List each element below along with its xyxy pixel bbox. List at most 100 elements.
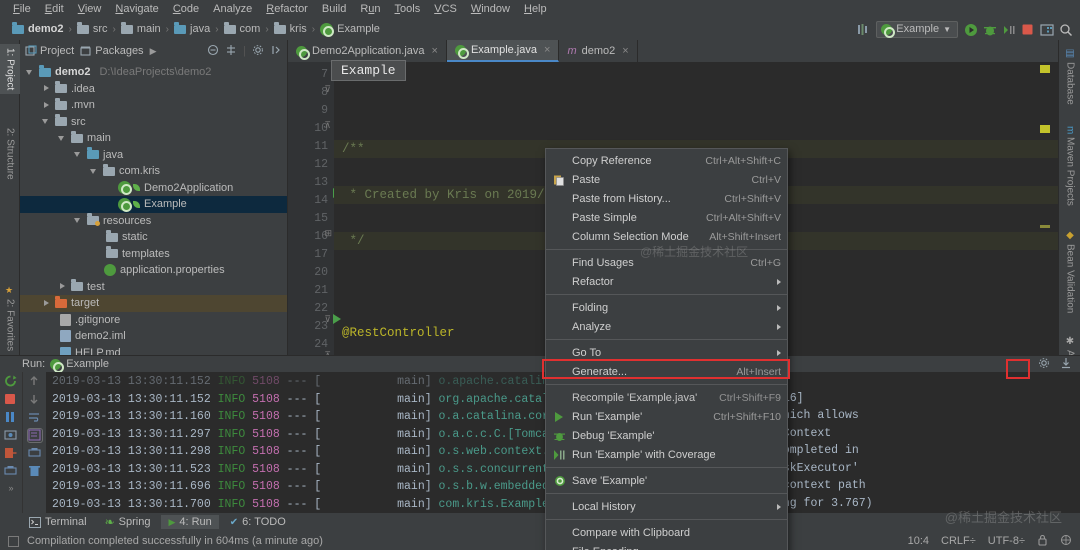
tree-node-main[interactable]: main	[20, 130, 287, 147]
tab-project[interactable]: Project	[25, 45, 74, 57]
menu-item-paste-from-history[interactable]: Paste from History... Ctrl+Shift+V	[546, 189, 787, 208]
tree-node-gitignore[interactable]: .gitignore	[20, 312, 287, 329]
soft-wrap-icon[interactable]	[28, 411, 42, 424]
tree-node-application-properties[interactable]: application.properties	[20, 262, 287, 279]
fold-icon[interactable]: ⊽	[324, 314, 331, 325]
menu-file[interactable]: File	[6, 2, 38, 16]
build-icon[interactable]	[857, 23, 870, 36]
close-icon[interactable]: ×	[432, 45, 438, 57]
menu-item-paste[interactable]: Paste Ctrl+V	[546, 170, 787, 189]
tab-example-java[interactable]: Example.java ×	[446, 40, 560, 62]
chevron-down-icon[interactable]	[90, 167, 99, 176]
menu-run[interactable]: Run	[353, 2, 387, 16]
menu-item-folding[interactable]: Folding	[546, 298, 787, 317]
chevron-right-icon[interactable]	[42, 84, 51, 93]
menu-item-paste-simple[interactable]: Paste Simple Ctrl+Alt+Shift+V	[546, 208, 787, 227]
breadcrumb-java[interactable]: java	[170, 21, 214, 36]
tree-node-demo2[interactable]: demo2 D:\IdeaProjects\demo2	[20, 64, 287, 81]
trash-icon[interactable]	[28, 465, 42, 478]
breadcrumb-example[interactable]: Example	[316, 22, 384, 37]
line-separator-indicator[interactable]: CRLF÷	[941, 535, 976, 547]
menu-item-recompile[interactable]: Recompile 'Example.java' Ctrl+Shift+F9	[546, 388, 787, 407]
up-icon[interactable]	[28, 375, 42, 388]
menu-window[interactable]: Window	[464, 2, 517, 16]
sidebar-item-database[interactable]: ▤ Database	[1059, 44, 1080, 109]
tool-button-spring[interactable]: ❧ Spring	[98, 514, 158, 530]
tree-node-test[interactable]: test	[20, 279, 287, 296]
menu-item-file-encoding[interactable]: File Encoding	[546, 542, 787, 550]
collapse-all-icon[interactable]	[207, 44, 219, 59]
tab-packages[interactable]: Packages	[80, 45, 144, 57]
fold-icon[interactable]: ⊽	[324, 84, 331, 95]
tree-node-target[interactable]: target	[20, 295, 287, 312]
tree-node-src[interactable]: src	[20, 114, 287, 131]
editor-gutter[interactable]: 7 8 9 10 11 12 13 14 15 16 17 20 21 22 2…	[288, 62, 341, 355]
tree-node-demo2-iml[interactable]: demo2.iml	[20, 328, 287, 345]
menu-item-generate[interactable]: Generate... Alt+Insert	[546, 362, 787, 381]
chevron-down-icon[interactable]	[58, 134, 67, 143]
tree-node-help-md[interactable]: HELP.md	[20, 345, 287, 355]
search-icon[interactable]	[1059, 23, 1072, 36]
project-tree[interactable]: demo2 D:\IdeaProjects\demo2 .idea .mvn s	[20, 62, 287, 355]
screenshot-icon[interactable]	[4, 429, 18, 442]
hide-panel-icon[interactable]	[270, 44, 282, 59]
chevron-down-icon[interactable]	[42, 117, 51, 126]
close-icon[interactable]: ×	[544, 44, 550, 56]
menu-item-run-with-coverage[interactable]: Run 'Example' with Coverage	[546, 445, 787, 464]
stop-icon[interactable]	[1021, 23, 1034, 36]
stop-icon[interactable]	[4, 393, 18, 406]
tree-node-demo2application[interactable]: Demo2Application	[20, 180, 287, 197]
menu-refactor[interactable]: Refactor	[259, 2, 315, 16]
caret-position[interactable]: 10:4	[908, 535, 929, 547]
export-icon[interactable]	[4, 447, 18, 460]
editor-context-menu[interactable]: Copy Reference Ctrl+Alt+Shift+C Paste Ct…	[545, 148, 788, 550]
menu-item-go-to[interactable]: Go To	[546, 343, 787, 362]
chevron-down-icon[interactable]	[26, 68, 35, 77]
chevron-down-icon[interactable]	[74, 150, 83, 159]
rerun-icon[interactable]	[4, 375, 18, 388]
tab-demo2application-java[interactable]: Demo2Application.java ×	[288, 40, 447, 62]
run-icon[interactable]	[964, 23, 977, 36]
menu-code[interactable]: Code	[166, 2, 206, 16]
menu-item-save-example[interactable]: Save 'Example'	[546, 471, 787, 490]
layout-icon[interactable]	[1040, 23, 1054, 36]
sidebar-item-bean-validation[interactable]: ◆ Bean Validation	[1059, 226, 1080, 317]
menu-item-refactor[interactable]: Refactor	[546, 272, 787, 291]
chevron-right-icon[interactable]	[58, 282, 67, 291]
tree-node-resources[interactable]: resources	[20, 213, 287, 230]
tree-node-templates[interactable]: templates	[20, 246, 287, 263]
settings-gear-icon[interactable]	[252, 44, 264, 59]
error-marker[interactable]	[1040, 65, 1050, 73]
menu-item-local-history[interactable]: Local History	[546, 497, 787, 516]
chevron-right-icon[interactable]	[42, 299, 51, 308]
inspection-icon[interactable]	[1060, 534, 1072, 549]
sidebar-item-maven-projects[interactable]: m Maven Projects	[1059, 122, 1080, 210]
tree-node-example[interactable]: Example	[20, 196, 287, 213]
print-icon[interactable]	[27, 447, 42, 460]
breadcrumb-demo2[interactable]: demo2	[8, 21, 67, 36]
tool-button-run[interactable]: ▶ 4: Run	[161, 515, 219, 529]
menu-analyze[interactable]: Analyze	[206, 2, 259, 16]
menu-item-debug-example[interactable]: Debug 'Example'	[546, 426, 787, 445]
chevron-right-icon[interactable]: ▶	[150, 46, 157, 57]
menu-build[interactable]: Build	[315, 2, 353, 16]
chevron-right-icon[interactable]	[42, 101, 51, 110]
pause-icon[interactable]	[4, 411, 18, 424]
menu-vcs[interactable]: VCS	[427, 2, 464, 16]
tree-node-comkris[interactable]: com.kris	[20, 163, 287, 180]
menu-navigate[interactable]: Navigate	[108, 2, 165, 16]
warning-marker[interactable]	[1040, 125, 1050, 133]
run-configuration-selector[interactable]: Example ▼	[876, 20, 958, 38]
tool-button-terminal[interactable]: Terminal	[22, 515, 94, 529]
settings-gear-icon[interactable]	[1038, 357, 1050, 372]
breadcrumb-main[interactable]: main	[117, 21, 165, 36]
fold-icon[interactable]: ⊼	[324, 120, 331, 131]
scroll-to-end-icon[interactable]	[26, 428, 43, 443]
menu-tools[interactable]: Tools	[388, 2, 428, 16]
menu-item-run-example[interactable]: Run 'Example' Ctrl+Shift+F10	[546, 407, 787, 426]
debug-icon[interactable]	[983, 23, 996, 36]
sidebar-item-favorites[interactable]: ★ 2: Favorites	[0, 282, 20, 355]
sidebar-item-structure[interactable]: 2: Structure	[0, 124, 20, 184]
more-icon[interactable]: »	[8, 483, 13, 493]
lock-icon[interactable]	[1037, 534, 1048, 549]
